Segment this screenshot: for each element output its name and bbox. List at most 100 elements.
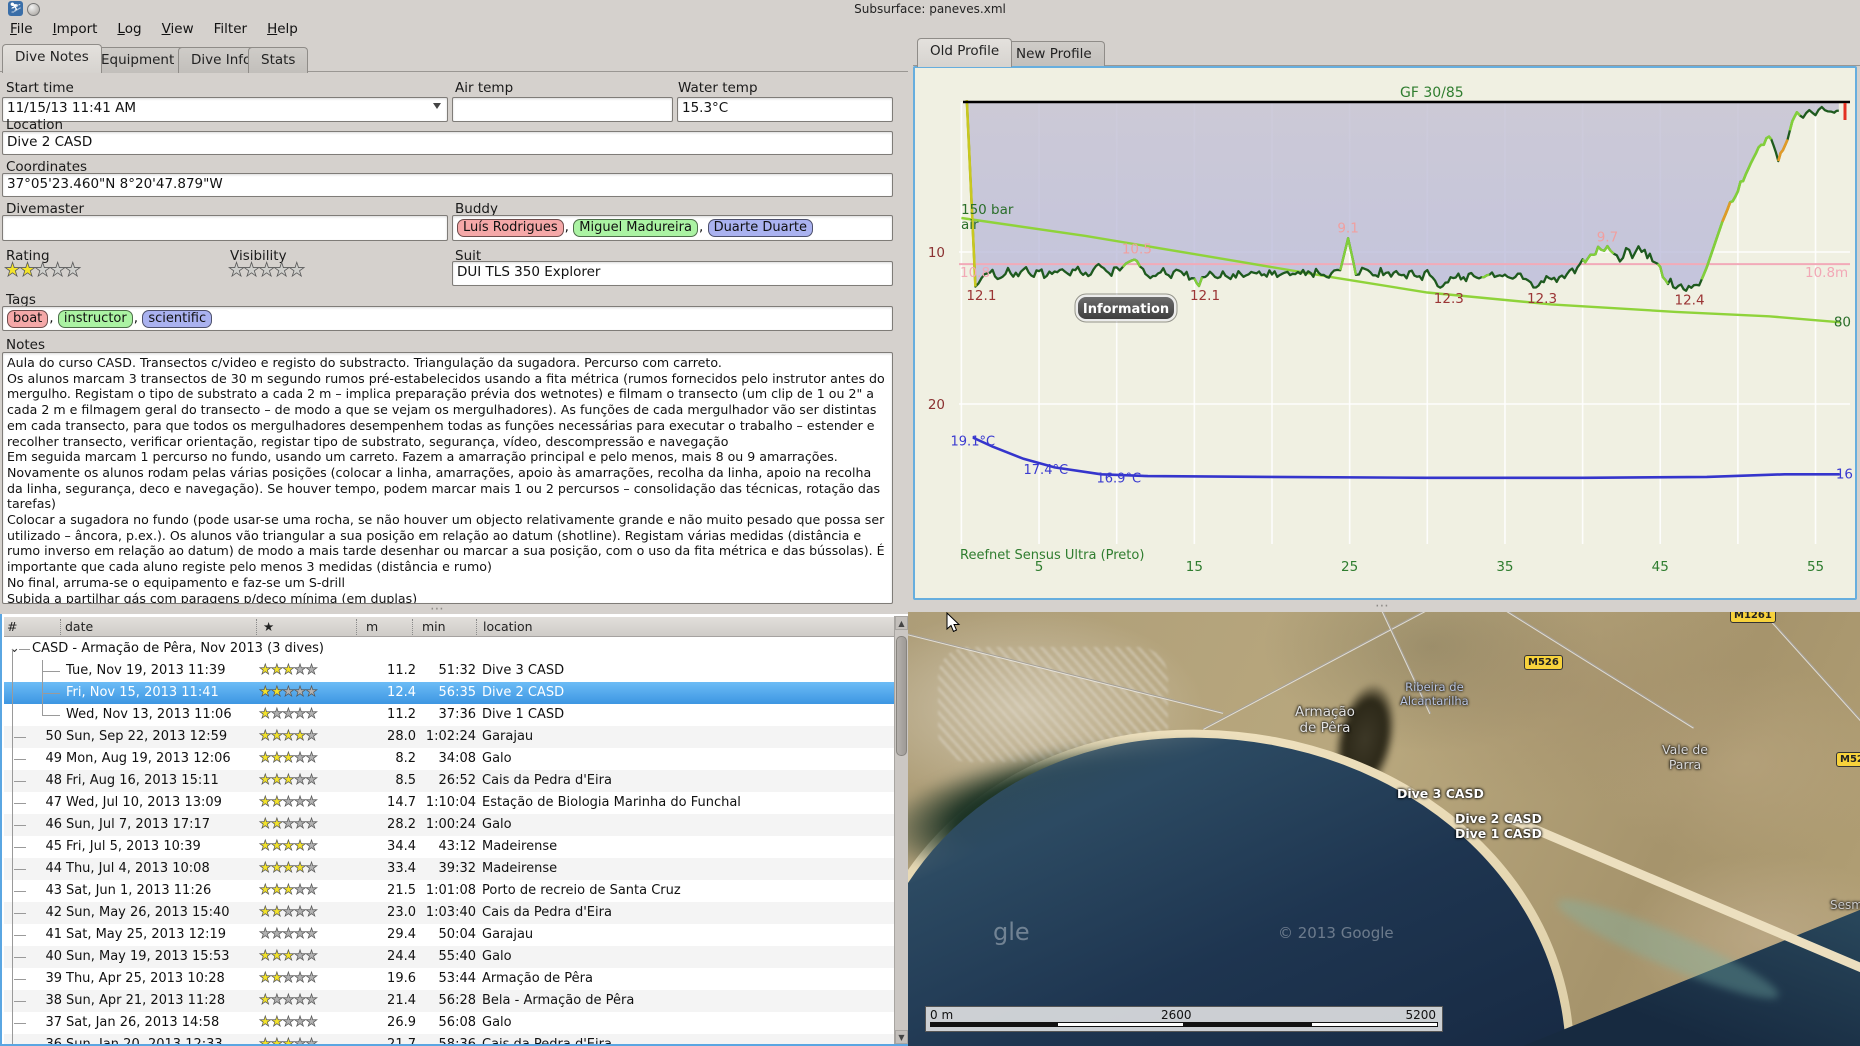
- dive-list-scrollbar[interactable]: ▲ ▼: [894, 616, 908, 1044]
- svg-text:10: 10: [928, 245, 945, 261]
- star-icon: ★: [282, 1014, 295, 1031]
- column-header-num[interactable]: #: [4, 619, 17, 635]
- dive-row[interactable]: 49 Mon, Aug 19, 2013 12:06 ★★★★★ 8.2 34:08 Ga…: [4, 748, 894, 770]
- dive-row[interactable]: 43 Sat, Jun 1, 2013 11:26 ★★★★★ 21.5 1:01:08…: [4, 880, 894, 902]
- scale-max: 5200: [1405, 1008, 1436, 1022]
- scroll-up-button[interactable]: ▲: [895, 616, 908, 630]
- dive-location: Madeirense: [482, 839, 558, 854]
- tab-old-profile[interactable]: Old Profile: [917, 38, 1013, 67]
- dive-duration: 58:36: [438, 1037, 476, 1046]
- menu-log[interactable]: Log: [107, 17, 151, 41]
- tab-new-profile[interactable]: New Profile: [1003, 41, 1105, 67]
- road-badge-m526: M526: [1836, 752, 1860, 767]
- star-icon: ★: [259, 904, 272, 921]
- dive-location: Galo: [482, 949, 512, 964]
- air-temp-label: Air temp: [455, 80, 514, 96]
- dive-row[interactable]: 39 Thu, Apr 25, 2013 10:28 ★★★★★ 19.6 53:44 A…: [4, 968, 894, 990]
- column-header-location[interactable]: location: [476, 619, 533, 635]
- star-icon: ★: [270, 772, 283, 789]
- dive-row[interactable]: 45 Fri, Jul 5, 2013 10:39 ★★★★★ 34.4 43:12 Ma…: [4, 836, 894, 858]
- star-icon: ★: [305, 838, 318, 855]
- dive-profile-chart[interactable]: GF 30/85 150 bar air 80 16 10 20 10.8 10.8m 5 15 25…: [913, 66, 1857, 600]
- svg-text:16: 16: [1836, 466, 1853, 482]
- column-header-min[interactable]: min: [412, 619, 446, 635]
- mouse-cursor: [946, 612, 961, 633]
- dive-row[interactable]: 41 Sat, May 25, 2013 12:19 ★★★★★ 29.4 50:04 G…: [4, 924, 894, 946]
- coordinates-field[interactable]: 37°05'23.460"N 8°20'47.879"W: [2, 173, 893, 197]
- tab-stats[interactable]: Stats: [248, 47, 309, 73]
- svg-text:80: 80: [1834, 314, 1851, 330]
- column-header-stars[interactable]: ★: [256, 619, 274, 635]
- dive-row[interactable]: 38 Sun, Apr 21, 2013 11:28 ★★★★★ 21.4 56:28 B…: [4, 990, 894, 1012]
- star-icon: ★: [305, 926, 318, 943]
- dive-row[interactable]: 46 Sun, Jul 7, 2013 17:17 ★★★★★ 28.2 1:00:24…: [4, 814, 894, 836]
- title-bar[interactable]: ⛷ Subsurface: paneves.xml: [0, 0, 1860, 17]
- dive-list-header[interactable]: # date ★ m min location: [4, 617, 894, 637]
- dive-row[interactable]: 44 Thu, Jul 4, 2013 10:08 ★★★★★ 33.4 39:32 Ma…: [4, 858, 894, 880]
- dive-rating: ★★★★★: [259, 882, 359, 899]
- notes-textarea[interactable]: Aula do curso CASD. Transectos c/video e…: [2, 352, 893, 604]
- water-temp-field[interactable]: 15.3°C: [677, 97, 893, 122]
- dive-date: Fri, Jul 5, 2013 10:39: [66, 839, 201, 854]
- dive-row[interactable]: 40 Sun, May 19, 2013 15:53 ★★★★★ 24.4 55:40 G…: [4, 946, 894, 968]
- dive-depth: 21.4: [387, 993, 416, 1008]
- dive-rating: ★★★★★: [259, 926, 359, 943]
- dive-row[interactable]: 50 Sun, Sep 22, 2013 12:59 ★★★★★ 28.0 1:02:2…: [4, 726, 894, 748]
- dive-row[interactable]: Wed, Nov 13, 2013 11:06 ★★★★★ 11.2 37:36 Div…: [4, 704, 894, 726]
- start-time-combobox[interactable]: 11/15/13 11:41 AM: [2, 97, 448, 122]
- air-temp-field[interactable]: [452, 97, 673, 122]
- trip-row[interactable]: ⌄ CASD - Armação de Pêra, Nov 2013 (3 div…: [4, 638, 894, 660]
- map-marker-dive3: Dive 3 CASD: [1397, 786, 1484, 801]
- dive-row[interactable]: 37 Sat, Jan 26, 2013 14:58 ★★★★★ 26.9 56:08 G…: [4, 1012, 894, 1034]
- pill-scientific[interactable]: scientific: [142, 310, 213, 328]
- dive-row[interactable]: 42 Sun, May 26, 2013 15:40 ★★★★★ 23.0 1:03:4…: [4, 902, 894, 924]
- pill-duarte-duarte[interactable]: Duarte Duarte: [707, 219, 814, 237]
- dive-row[interactable]: 36 Sun, Jan 20, 2013 12:33 ★★★★★ 21.7 58:36 C…: [4, 1034, 894, 1046]
- svg-text:12.4: 12.4: [1675, 292, 1705, 308]
- suit-field[interactable]: DUI TLS 350 Explorer: [452, 261, 893, 286]
- divemaster-field[interactable]: [2, 215, 448, 241]
- left-tab-bar: Dive Notes Equipment Dive Info Stats: [0, 44, 908, 73]
- dive-depth: 26.9: [387, 1015, 416, 1030]
- location-field[interactable]: Dive 2 CASD: [2, 131, 893, 155]
- dive-row[interactable]: Tue, Nov 19, 2013 11:39 ★★★★★ 11.2 51:32 Div…: [4, 660, 894, 682]
- pill-miguel-madureira[interactable]: Miguel Madureira: [573, 219, 698, 237]
- menu-file[interactable]: File: [0, 17, 43, 41]
- star-icon: ★: [259, 948, 272, 965]
- dive-row[interactable]: 48 Fri, Aug 16, 2013 15:11 ★★★★★ 8.5 26:52 Ca…: [4, 770, 894, 792]
- scrollbar-thumb[interactable]: [896, 636, 907, 756]
- pill-boat[interactable]: boat: [7, 310, 49, 328]
- tags-field[interactable]: boat, instructor, scientific: [2, 306, 893, 331]
- menu-help[interactable]: Help: [257, 17, 308, 41]
- buddy-field[interactable]: Luís Rodrigues, Miguel Madureira, Duarte…: [452, 215, 893, 241]
- dive-duration: 1:10:04: [425, 795, 476, 810]
- dive-duration: 53:44: [438, 971, 476, 986]
- star-icon: ★: [293, 926, 306, 943]
- star-icon: ★: [305, 860, 318, 877]
- star-icon: ★: [259, 816, 272, 833]
- star-icon: ★: [259, 662, 272, 679]
- dive-row[interactable]: Fri, Nov 15, 2013 11:41 ★★★★★ 12.4 56:35 Div…: [4, 682, 894, 704]
- map-scale-bar: 0 m 2600 5200: [925, 1006, 1443, 1032]
- column-header-m[interactable]: m: [356, 619, 378, 635]
- visibility-stars[interactable]: ★★★★★: [228, 260, 306, 280]
- scroll-down-button[interactable]: ▼: [895, 1030, 908, 1044]
- column-header-date[interactable]: date: [60, 619, 93, 635]
- rating-stars[interactable]: ★★★★★: [4, 260, 82, 280]
- dive-site-map[interactable]: Ribeira de Alcantarilha Armação de Pêra Va…: [908, 612, 1860, 1046]
- star-icon: ★: [282, 662, 295, 679]
- pill-luís-rodrigues[interactable]: Luís Rodrigues: [457, 219, 564, 237]
- star-icon: ★: [305, 882, 318, 899]
- dive-rating: ★★★★★: [259, 948, 359, 965]
- menu-filter[interactable]: Filter: [204, 17, 257, 41]
- star-icon: ★: [282, 816, 295, 833]
- star-icon: ★: [293, 684, 306, 701]
- tab-equipment[interactable]: Equipment: [88, 47, 188, 73]
- dive-row[interactable]: 47 Wed, Jul 10, 2013 13:09 ★★★★★ 14.7 1:10:0…: [4, 792, 894, 814]
- tab-dive-notes[interactable]: Dive Notes: [2, 44, 102, 73]
- menu-view[interactable]: View: [152, 17, 204, 41]
- star-icon: ★: [305, 816, 318, 833]
- dive-depth: 33.4: [387, 861, 416, 876]
- menu-import[interactable]: Import: [43, 17, 108, 41]
- pill-instructor[interactable]: instructor: [57, 310, 133, 328]
